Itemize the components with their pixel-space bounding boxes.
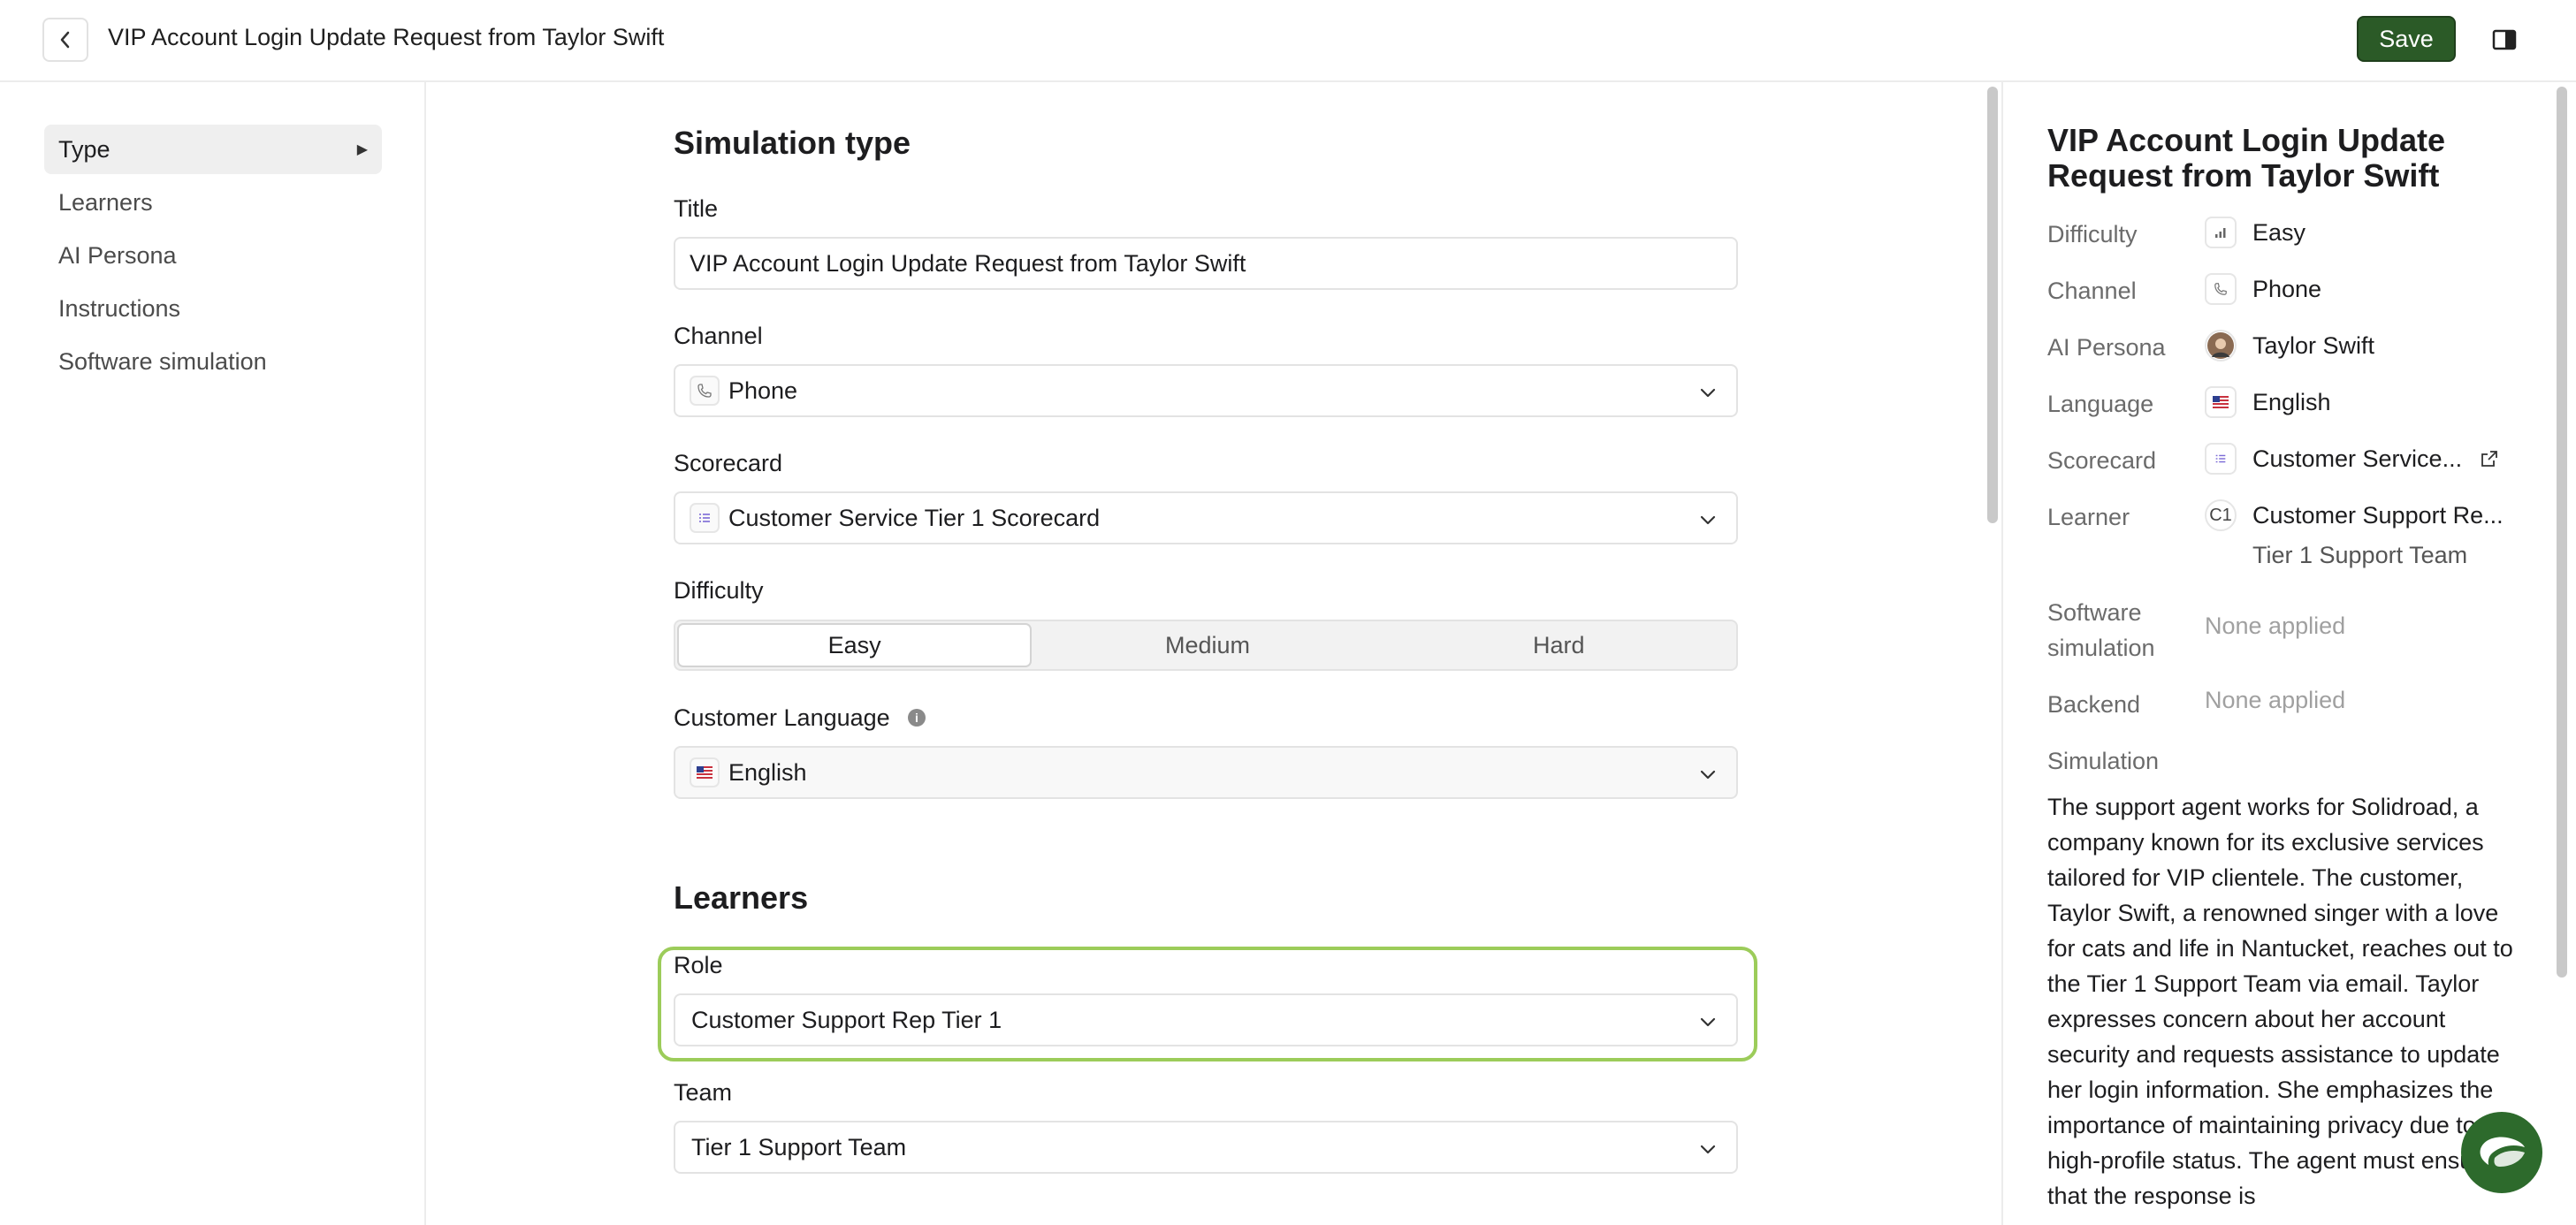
nav-item-label: AI Persona [58, 241, 177, 269]
main-form: Simulation type Title VIP Account Login … [426, 82, 2001, 1225]
learner-initials-badge: C1 [2205, 499, 2237, 531]
summary-scrollbar[interactable] [2557, 87, 2567, 978]
info-icon[interactable]: i [908, 709, 926, 727]
caret-right-icon: ▶ [356, 142, 368, 157]
summary-key-difficulty: Difficulty [2047, 221, 2138, 247]
main-scrollbar[interactable] [1987, 87, 1998, 523]
nav-item-instructions[interactable]: Instructions [44, 284, 382, 333]
summary-value-backend: None applied [2205, 687, 2346, 713]
summary-language-text: English [2252, 388, 2331, 415]
summary-simulation-text: The support agent works for Solidroad, a… [2047, 794, 2518, 1209]
nav-item-label: Type [58, 135, 111, 163]
nav-item-label: Software simulation [58, 347, 267, 375]
summary-key-backend: Backend [2047, 691, 2141, 718]
scorecard-value: Customer Service Tier 1 Scorecard [728, 504, 1101, 531]
chevron-down-icon [1700, 515, 1716, 525]
summary-value-difficulty: Easy [2205, 217, 2305, 248]
difficulty-option-medium[interactable]: Medium [1032, 623, 1383, 667]
summary-channel-text: Phone [2252, 275, 2322, 302]
nav-item-software-simulation[interactable]: Software simulation [44, 337, 382, 386]
summary-title: VIP Account Login Update Request from Ta… [2047, 122, 2446, 194]
nav-item-type[interactable]: Type ▶ [44, 125, 382, 174]
signal-bars-icon [2205, 217, 2237, 248]
summary-value-channel: Phone [2205, 273, 2321, 305]
panel-toggle-button[interactable] [2489, 25, 2519, 55]
section-heading-simulation-type: Simulation type [674, 125, 911, 161]
difficulty-segmented-control: Easy Medium Hard [674, 620, 1738, 671]
role-label: Role [674, 952, 723, 978]
title-input[interactable]: VIP Account Login Update Request from Ta… [674, 237, 1738, 290]
difficulty-option-easy[interactable]: Easy [677, 623, 1033, 667]
difficulty-label: Difficulty [674, 577, 764, 604]
summary-key-software-simulation-line1: Software [2047, 599, 2142, 626]
team-label: Team [674, 1079, 733, 1106]
summary-learner-text: Customer Support Re... [2252, 501, 2504, 529]
section-nav: Type ▶ Learners AI Persona Instructions … [0, 82, 426, 1225]
scorecard-label: Scorecard [674, 450, 783, 476]
page-title: VIP Account Login Update Request from Ta… [108, 24, 665, 50]
summary-persona-text: Taylor Swift [2252, 331, 2375, 359]
summary-difficulty-text: Easy [2252, 218, 2306, 246]
chevron-down-icon [1700, 388, 1716, 398]
summary-learner-team: Tier 1 Support Team [2252, 542, 2468, 568]
us-flag-icon [690, 757, 720, 788]
top-bar: VIP Account Login Update Request from Ta… [0, 0, 2576, 82]
save-button[interactable]: Save [2357, 16, 2456, 62]
back-button[interactable] [42, 18, 88, 62]
chevron-down-icon [1700, 1145, 1716, 1154]
scorecard-select[interactable]: Customer Service Tier 1 Scorecard [674, 491, 1738, 544]
summary-key-learner: Learner [2047, 504, 2130, 530]
channel-select[interactable]: Phone [674, 364, 1738, 417]
summary-value-scorecard: Customer Service... [2205, 443, 2499, 475]
list-icon [2205, 443, 2237, 475]
chat-launcher-button[interactable] [2461, 1112, 2542, 1193]
customer-language-label: Customer Language [674, 704, 890, 731]
summary-key-simulation: Simulation [2047, 748, 2160, 774]
chevron-down-icon [1700, 1017, 1716, 1027]
nav-item-label: Instructions [58, 294, 181, 322]
summary-key-scorecard: Scorecard [2047, 447, 2157, 474]
channel-value: Phone [728, 377, 798, 404]
section-heading-learners: Learners [674, 879, 809, 916]
chevron-left-icon [60, 31, 70, 49]
role-select[interactable]: Customer Support Rep Tier 1 [674, 993, 1738, 1046]
summary-value-ai-persona: Taylor Swift [2205, 330, 2374, 361]
summary-key-channel: Channel [2047, 278, 2137, 304]
team-select[interactable]: Tier 1 Support Team [674, 1121, 1738, 1174]
summary-key-language: Language [2047, 391, 2154, 417]
chevron-down-icon [1700, 770, 1716, 780]
nav-item-ai-persona[interactable]: AI Persona [44, 231, 382, 280]
title-input-value: VIP Account Login Update Request from Ta… [690, 249, 1246, 277]
external-link-icon[interactable] [2480, 449, 2499, 468]
channel-label: Channel [674, 323, 763, 349]
customer-language-value: English [728, 758, 807, 786]
summary-key-software-simulation-line2: simulation [2047, 635, 2155, 661]
us-flag-icon [2205, 386, 2237, 418]
title-label: Title [674, 195, 719, 222]
customer-language-select[interactable]: English [674, 746, 1738, 799]
chat-bubble-icon [2480, 1137, 2525, 1167]
nav-item-label: Learners [58, 188, 153, 216]
difficulty-option-hard[interactable]: Hard [1383, 623, 1734, 667]
summary-value-language: English [2205, 386, 2331, 418]
team-value: Tier 1 Support Team [691, 1133, 907, 1160]
role-value: Customer Support Rep Tier 1 [691, 1006, 1002, 1033]
phone-icon [690, 376, 720, 406]
list-icon [690, 503, 720, 533]
phone-icon [2205, 273, 2237, 305]
summary-key-ai-persona: AI Persona [2047, 334, 2166, 361]
summary-value-learner: C1 Customer Support Re... [2205, 499, 2504, 531]
summary-panel: VIP Account Login Update Request from Ta… [2001, 82, 2576, 1225]
nav-item-learners[interactable]: Learners [44, 178, 382, 227]
avatar [2205, 330, 2237, 361]
sidebar-toggle-icon [2492, 29, 2517, 50]
summary-scorecard-text: Customer Service... [2252, 445, 2463, 472]
summary-value-software-simulation: None applied [2205, 612, 2346, 639]
